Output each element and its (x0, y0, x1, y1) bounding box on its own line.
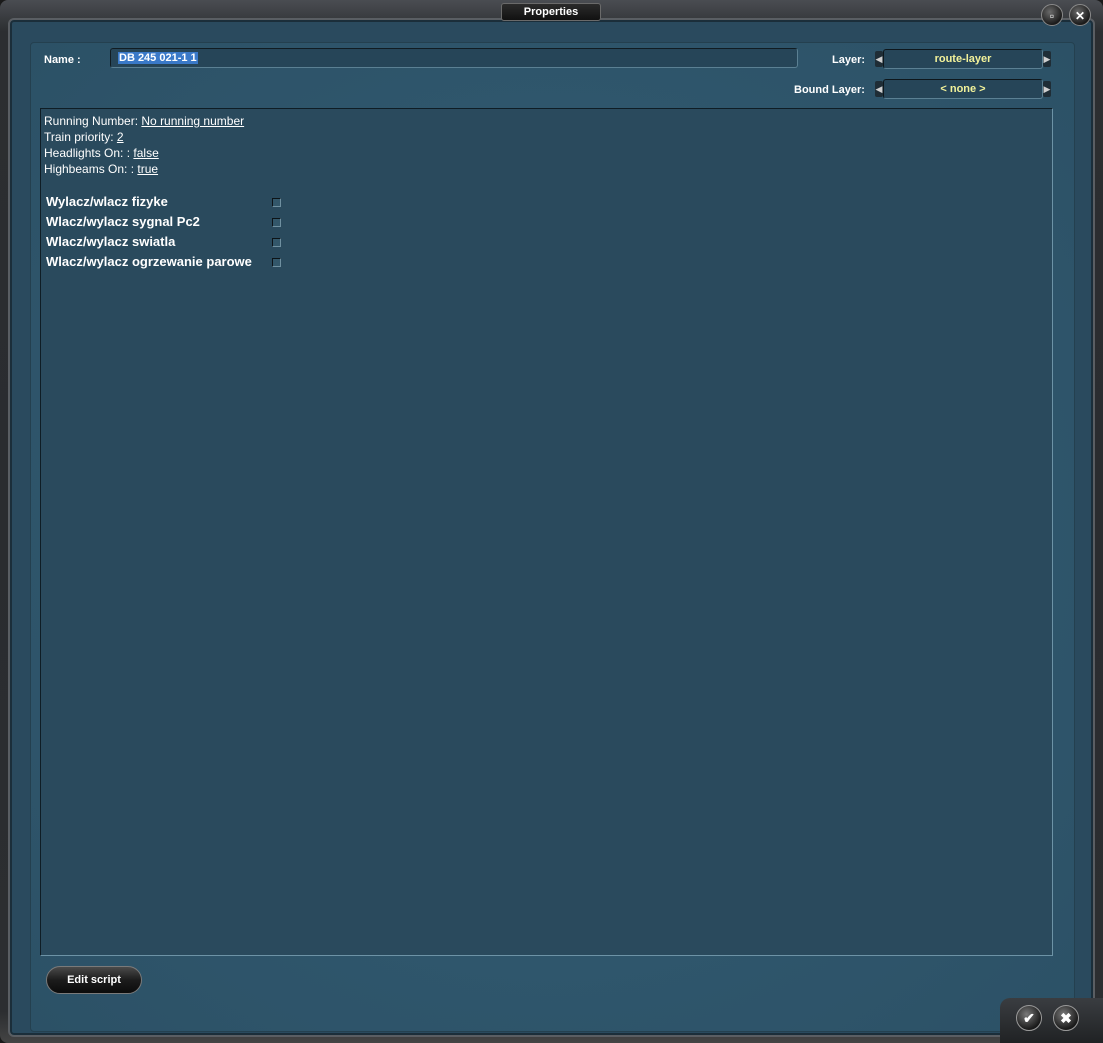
option-label: Wlacz/wylacz ogrzewanie parowe (46, 254, 252, 269)
bound-layer-select[interactable]: ◀ < none > ▶ (875, 79, 1051, 99)
property-headlights: Headlights On: : false (44, 145, 159, 161)
layer-value: route-layer (883, 49, 1043, 69)
property-label: Running Number: (44, 114, 142, 128)
option-checkbox-swiatla[interactable] (272, 238, 281, 247)
layer-next-button[interactable]: ▶ (1043, 51, 1051, 67)
name-label: Name : (44, 54, 81, 66)
bound-layer-value: < none > (883, 79, 1043, 99)
properties-content: Running Number: No running number Train … (40, 108, 1053, 956)
highbeams-link[interactable]: true (137, 162, 158, 176)
option-label: Wylacz/wlacz fizyke (46, 194, 168, 209)
ok-button[interactable]: ✔ (1016, 1005, 1042, 1031)
close-button[interactable]: ✕ (1069, 4, 1091, 26)
property-label: Headlights On: : (44, 146, 134, 160)
option-row: Wlacz/wylacz sygnal Pc2 (46, 212, 200, 232)
name-input[interactable]: DB 245 021-1 1 (110, 48, 798, 68)
headlights-link[interactable]: false (133, 146, 158, 160)
properties-window: Properties ▫ ✕ Name : DB 245 021-1 1 Lay… (0, 0, 1103, 1043)
arrow-left-icon: ◀ (875, 84, 883, 94)
option-row: Wlacz/wylacz ogrzewanie parowe (46, 252, 252, 272)
bound-layer-label: Bound Layer: (794, 84, 865, 96)
edit-script-button[interactable]: Edit script (46, 966, 142, 994)
option-label: Wlacz/wylacz sygnal Pc2 (46, 214, 200, 229)
close-icon: ✕ (1074, 9, 1086, 23)
property-running-number: Running Number: No running number (44, 113, 244, 129)
bound-layer-prev-button[interactable]: ◀ (875, 81, 883, 97)
property-highbeams: Highbeams On: : true (44, 161, 158, 177)
cancel-button[interactable]: ✖ (1053, 1005, 1079, 1031)
option-checkbox-fizyke[interactable] (272, 198, 281, 207)
option-row: Wylacz/wlacz fizyke (46, 192, 168, 212)
option-row: Wlacz/wylacz swiatla (46, 232, 175, 252)
layer-label: Layer: (832, 54, 866, 66)
property-label: Highbeams On: : (44, 162, 138, 176)
cancel-icon: ✖ (1060, 1010, 1072, 1026)
restore-icon: ▫ (1049, 9, 1055, 23)
train-priority-link[interactable]: 2 (117, 130, 124, 144)
name-input-value: DB 245 021-1 1 (118, 52, 198, 64)
checkmark-icon: ✔ (1023, 1010, 1035, 1026)
option-label: Wlacz/wylacz swiatla (46, 234, 176, 249)
bound-layer-next-button[interactable]: ▶ (1043, 81, 1051, 97)
property-train-priority: Train priority: 2 (44, 129, 124, 145)
arrow-left-icon: ◀ (875, 54, 883, 64)
layer-select[interactable]: ◀ route-layer ▶ (875, 49, 1051, 69)
restore-button[interactable]: ▫ (1041, 4, 1063, 26)
layer-prev-button[interactable]: ◀ (875, 51, 883, 67)
running-number-link[interactable]: No running number (141, 114, 244, 128)
window-title: Properties (501, 3, 601, 21)
option-checkbox-sygnal[interactable] (272, 218, 281, 227)
property-label: Train priority: (44, 130, 117, 144)
option-checkbox-ogrzewanie[interactable] (272, 258, 281, 267)
arrow-right-icon: ▶ (1043, 84, 1051, 94)
arrow-right-icon: ▶ (1043, 54, 1051, 64)
